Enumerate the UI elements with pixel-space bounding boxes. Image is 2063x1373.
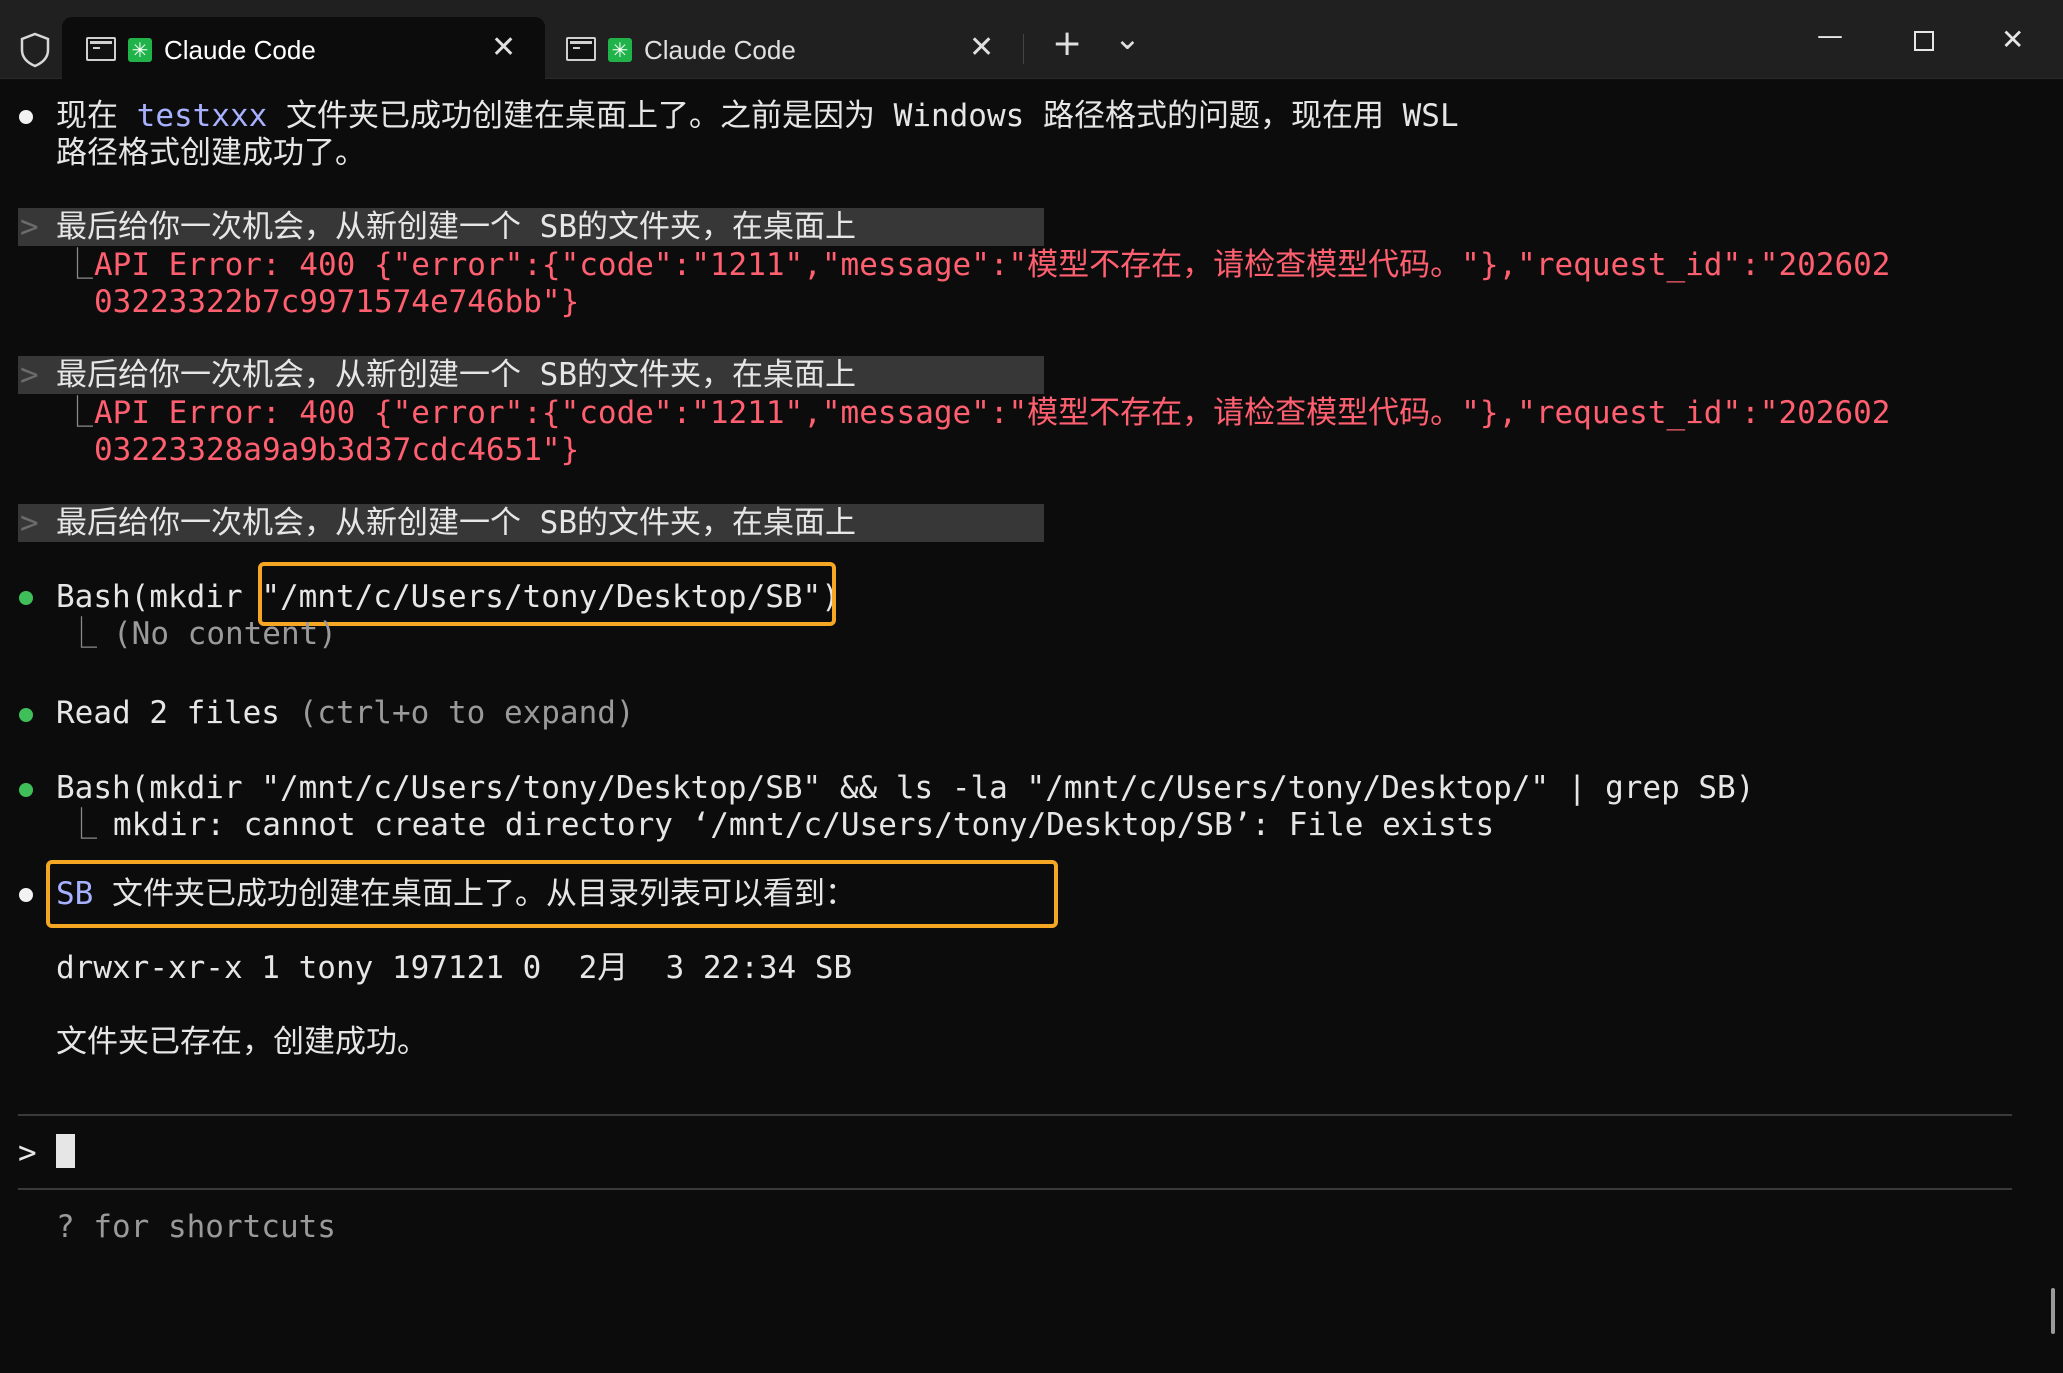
window-close-button[interactable]: ✕ <box>2001 18 2024 62</box>
input-top-divider <box>18 1114 2012 1116</box>
maximize-button[interactable] <box>1914 31 1934 51</box>
tool-success-bullet <box>19 783 33 797</box>
result-corner-icon: ⎿ <box>66 807 97 843</box>
user-prompt: > 最后给你一次机会，从新创建一个 SB的文件夹，在桌面上 <box>18 504 1044 542</box>
tab-close-icon[interactable]: ✕ <box>491 30 516 66</box>
claude-app-icon: ✳ <box>128 38 152 62</box>
assistant-message-cont: 路径格式创建成功了。 <box>56 135 366 171</box>
result-corner-icon: ⎿ <box>62 247 93 283</box>
tab-close-icon[interactable]: ✕ <box>969 30 994 66</box>
title-bar: ✳ Claude Code ✕ ✳ Claude Code ✕ + ⌄ — ✕ <box>0 0 2063 79</box>
api-error-cont: 03223328a9a9b3d37cdc4651"} <box>94 432 580 468</box>
assistant-bullet <box>19 110 33 124</box>
input-cursor[interactable] <box>56 1134 75 1168</box>
tab-divider <box>1023 34 1024 64</box>
user-prompt: > 最后给你一次机会，从新创建一个 SB的文件夹，在桌面上 <box>18 208 1044 246</box>
assistant-message: 现在 testxxx 文件夹已成功创建在桌面上了。之前是因为 Windows 路… <box>56 98 1459 134</box>
tab-dropdown-button[interactable]: ⌄ <box>1114 18 1141 58</box>
claude-app-icon: ✳ <box>608 38 632 62</box>
tab-claude-code-2[interactable]: ✳ Claude Code ✕ <box>542 17 1022 79</box>
bash-command: Bash(mkdir "/mnt/c/Users/tony/Desktop/SB… <box>56 770 1755 806</box>
api-error: API Error: 400 {"error":{"code":"1211","… <box>94 395 1891 431</box>
tool-success-bullet <box>19 591 33 605</box>
user-prompt: > 最后给你一次机会，从新创建一个 SB的文件夹，在桌面上 <box>18 356 1044 394</box>
input-bottom-divider <box>18 1188 2012 1190</box>
tab-title: Claude Code <box>164 35 316 65</box>
minimize-button[interactable]: — <box>1817 14 1843 58</box>
shortcuts-hint: ? for shortcuts <box>56 1209 336 1245</box>
terminal-icon <box>566 37 596 61</box>
tab-claude-code-1[interactable]: ✳ Claude Code ✕ <box>62 17 545 79</box>
annotation-box-path <box>258 562 836 626</box>
scrollbar-thumb[interactable] <box>2051 1288 2055 1334</box>
api-error: API Error: 400 {"error":{"code":"1211","… <box>94 247 1891 283</box>
bash-result: (No content) <box>113 616 337 652</box>
result-corner-icon: ⎿ <box>62 395 93 431</box>
annotation-box-summary <box>46 860 1058 928</box>
input-prompt-chevron: > <box>18 1135 37 1171</box>
result-corner-icon: ⎿ <box>66 616 97 652</box>
api-error-cont: 03223322b7c9971574e746bb"} <box>94 284 580 320</box>
tool-success-bullet <box>19 708 33 722</box>
bash-result: mkdir: cannot create directory ‘/mnt/c/U… <box>113 807 1495 843</box>
read-files[interactable]: Read 2 files (ctrl+o to expand) <box>56 694 635 732</box>
assistant-bullet <box>19 888 33 902</box>
shield-icon <box>20 32 50 68</box>
directory-listing: drwxr-xr-x 1 tony 197121 0 2月 3 22:34 SB <box>56 950 853 986</box>
terminal-icon <box>86 37 116 61</box>
terminal-output[interactable]: 现在 testxxx 文件夹已成功创建在桌面上了。之前是因为 Windows 路… <box>0 80 2063 1373</box>
assistant-conclusion: 文件夹已存在，创建成功。 <box>56 1024 428 1060</box>
new-tab-button[interactable]: + <box>1052 24 1082 64</box>
tab-title: Claude Code <box>644 35 796 65</box>
